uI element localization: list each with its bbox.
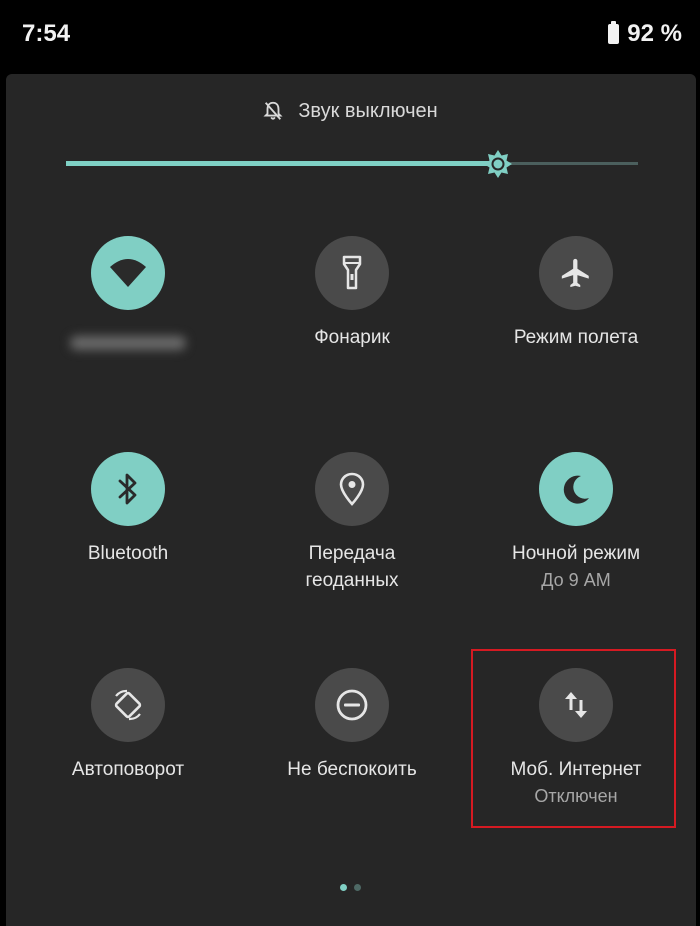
tile-label: Передача геоданных: [305, 543, 399, 591]
tile-label: Фонарик: [314, 327, 390, 348]
airplane-tile-button[interactable]: [539, 236, 613, 310]
tile-label: Режим полета: [513, 327, 639, 348]
tile-airplane-mode[interactable]: Режим полета: [466, 236, 686, 351]
tile-autorotate[interactable]: Автоповорот: [18, 668, 238, 783]
flashlight-tile-button[interactable]: [315, 236, 389, 310]
flashlight-icon: [342, 255, 362, 290]
sound-status: Звук выключен: [0, 96, 700, 126]
bluetooth-icon: [118, 473, 137, 505]
page-dot[interactable]: [353, 884, 361, 891]
location-tile-button[interactable]: [315, 452, 389, 526]
tile-label: Bluetooth: [87, 543, 169, 564]
autorotate-tile-button[interactable]: [91, 668, 165, 742]
tile-location[interactable]: Передача геоданных: [242, 452, 462, 594]
tile-flashlight[interactable]: Фонарик: [242, 236, 462, 351]
bell-off-icon: [263, 101, 283, 120]
tile-bluetooth[interactable]: Bluetooth: [18, 452, 238, 567]
tile-label: Ночной режим: [511, 543, 641, 564]
battery-percent: 92 %: [627, 20, 682, 47]
status-time: 7:54: [22, 20, 71, 47]
dnd-tile-button[interactable]: [315, 668, 389, 742]
tile-do-not-disturb[interactable]: Не беспокоить: [242, 668, 462, 783]
autorotate-icon: [114, 689, 142, 721]
wifi-network-name-blurred: [70, 336, 186, 350]
tile-wifi[interactable]: [18, 236, 238, 350]
brightness-icon[interactable]: [483, 149, 513, 179]
brightness-fill: [66, 161, 498, 166]
mobile-data-highlight-frame: [471, 649, 676, 828]
page-dot-active[interactable]: [339, 884, 347, 891]
bluetooth-tile-button[interactable]: [91, 452, 165, 526]
night-mode-tile-button[interactable]: [539, 452, 613, 526]
airplane-icon: [561, 258, 589, 288]
battery-status: 92 %: [608, 20, 682, 48]
status-bar: 7:54 92 %: [0, 0, 700, 72]
page-indicator: [0, 884, 700, 891]
tile-night-mode[interactable]: Ночной режим До 9 AM: [466, 452, 686, 593]
tile-label: Автоповорот: [71, 759, 185, 780]
moon-icon: [563, 475, 589, 504]
brightness-slider[interactable]: [66, 149, 638, 179]
tile-sublabel: До 9 AM: [541, 570, 611, 590]
wifi-tile-button[interactable]: [91, 236, 165, 310]
location-icon: [339, 472, 365, 506]
wifi-icon: [110, 259, 146, 287]
battery-icon: [608, 21, 620, 44]
sound-label: Звук выключен: [298, 99, 438, 122]
tile-label: Не беспокоить: [287, 759, 417, 780]
do-not-disturb-icon: [336, 689, 368, 721]
